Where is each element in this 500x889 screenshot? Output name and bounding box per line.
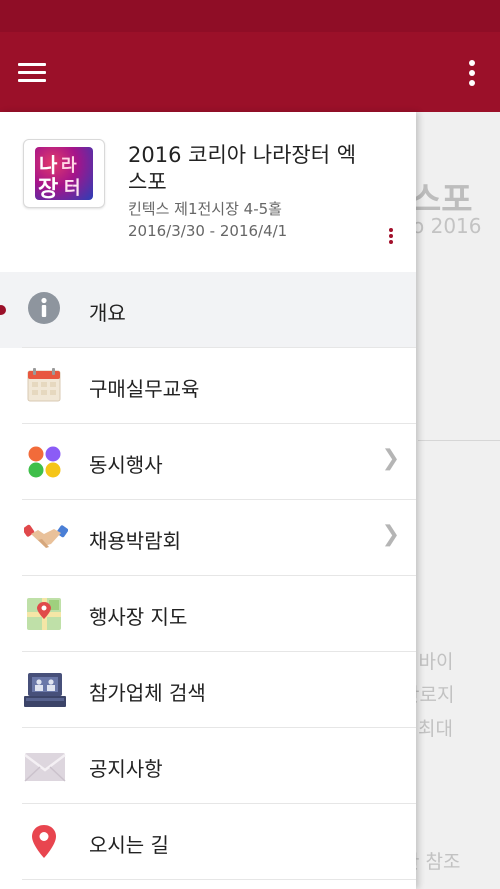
- app-bar: [0, 32, 500, 112]
- event-header: 나 라 장 터 2016 코리아 나라장터 엑스포 킨텍스 제1전시장 4-5홀…: [0, 112, 416, 272]
- event-logo: 나 라 장 터: [23, 139, 105, 208]
- chevron-right-icon: ❯: [381, 446, 400, 471]
- active-indicator: [0, 305, 6, 315]
- menu-item-label: 참가업체 검색: [89, 681, 206, 705]
- menu-item-label: 공지사항: [89, 757, 163, 781]
- menu-item-label: 구매실무교육: [89, 377, 200, 401]
- menu-item-label: 오시는 길: [89, 833, 169, 857]
- calendar-icon: [24, 366, 64, 406]
- menu-item-overview[interactable]: 개요: [0, 272, 416, 348]
- mail-icon: [24, 746, 66, 786]
- navigation-drawer: 나 라 장 터 2016 코리아 나라장터 엑스포 킨텍스 제1전시장 4-5홀…: [0, 112, 416, 889]
- menu-item-purchasing-training[interactable]: 구매실무교육: [0, 348, 416, 424]
- menu-icon[interactable]: [18, 60, 48, 84]
- menu-item-notices[interactable]: 공지사항: [0, 728, 416, 804]
- map-icon: [24, 594, 64, 634]
- menu-item-label: 행사장 지도: [89, 605, 188, 629]
- menu-item-venue-map[interactable]: 행사장 지도: [0, 576, 416, 652]
- event-venue: 킨텍스 제1전시장 4-5홀: [128, 200, 282, 218]
- menu-item-concurrent-events[interactable]: 동시행사 ❯: [0, 424, 416, 500]
- menu-item-exhibitor-search[interactable]: 참가업체 검색: [0, 652, 416, 728]
- info-icon: [24, 290, 64, 330]
- menu-item-directions[interactable]: 오시는 길: [0, 804, 416, 880]
- location-pin-icon: [24, 822, 64, 862]
- menu-item-label: 채용박람회: [89, 529, 181, 553]
- four-dots-icon: [24, 442, 64, 482]
- status-bar: [0, 0, 500, 32]
- event-dates: 2016/3/30 - 2016/4/1: [128, 222, 288, 240]
- handshake-icon: [22, 518, 69, 558]
- menu-item-label: 동시행사: [89, 453, 163, 477]
- menu-item-label: 개요: [89, 301, 126, 325]
- overflow-menu-icon[interactable]: [466, 58, 478, 90]
- menu-item-job-fair[interactable]: 채용박람회 ❯: [0, 500, 416, 576]
- drawer-menu: 개요 구매실무교육 동시행사 ❯ 채용박람회 ❯ 행사장 지도 참가업체 검색 …: [0, 272, 416, 880]
- chevron-right-icon: ❯: [381, 522, 400, 547]
- event-title: 2016 코리아 나라장터 엑스포: [128, 143, 357, 194]
- event-more-icon[interactable]: [386, 226, 398, 250]
- booth-icon: [24, 670, 66, 710]
